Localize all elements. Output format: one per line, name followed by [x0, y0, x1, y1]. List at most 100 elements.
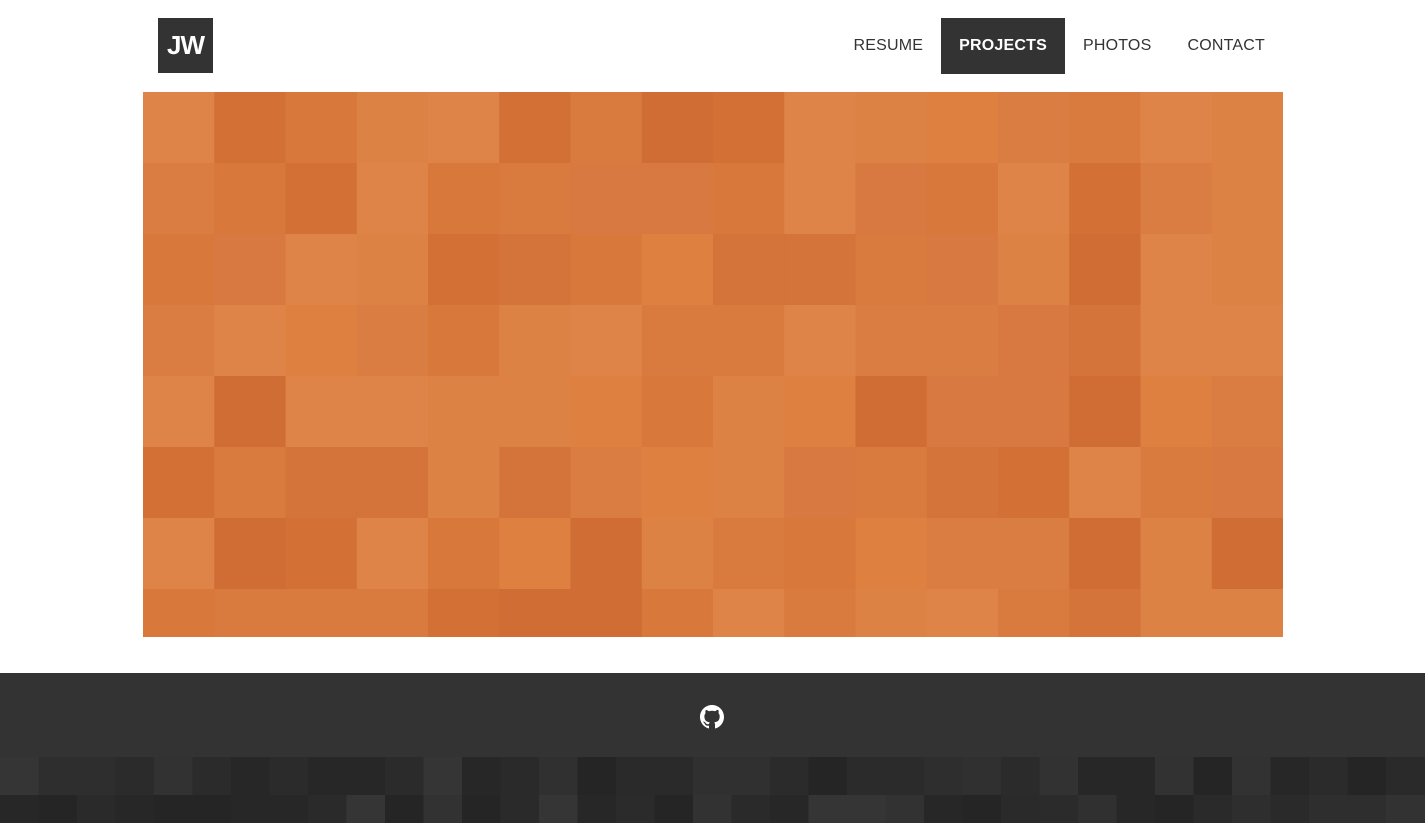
mosaic-tile	[356, 234, 429, 306]
footer-mosaic-tile	[38, 757, 78, 796]
footer-mosaic-tile	[269, 795, 309, 823]
mosaic-tile	[428, 163, 500, 235]
footer-mosaic-tile	[924, 795, 963, 823]
footer-mosaic-tile	[346, 795, 386, 823]
mosaic-tile	[926, 92, 999, 164]
footer-mosaic-tile	[654, 757, 694, 796]
mosaic-tile	[356, 447, 429, 519]
footer-mosaic-tile	[770, 795, 809, 823]
footer-mosaic-tile	[1155, 757, 1194, 796]
nav-item-contact[interactable]: CONTACT	[1169, 18, 1283, 74]
footer-mosaic-tile	[1116, 757, 1156, 796]
mosaic-tile	[998, 447, 1070, 519]
footer-mosaic-tile	[1078, 795, 1117, 823]
mosaic-tile	[1211, 447, 1283, 519]
mosaic-tile	[713, 376, 785, 448]
nav-item-resume[interactable]: RESUME	[835, 18, 941, 74]
mosaic-tile	[356, 518, 429, 590]
mosaic-tile	[998, 163, 1070, 235]
mosaic-tile	[214, 234, 286, 306]
mosaic-tile	[998, 376, 1070, 448]
mosaic-tile	[641, 305, 714, 377]
mosaic-tile	[1140, 518, 1213, 590]
footer-mosaic-band	[0, 757, 1425, 823]
mosaic-tile	[855, 518, 928, 590]
mosaic-tile	[1211, 234, 1283, 306]
footer-mosaic-tile	[577, 795, 617, 823]
footer-mosaic-tile	[731, 795, 771, 823]
footer-mosaic-tile	[192, 757, 232, 796]
mosaic-tile	[143, 376, 215, 448]
mosaic-tile	[428, 234, 500, 306]
mosaic-tile	[143, 92, 215, 164]
footer-mosaic-tile	[115, 757, 155, 796]
mosaic-tile	[641, 518, 714, 590]
mosaic-tile	[499, 234, 571, 306]
mosaic-tile	[356, 376, 429, 448]
footer-mosaic-tile	[616, 757, 655, 796]
mosaic-tile	[499, 376, 571, 448]
mosaic-tile	[641, 163, 714, 235]
mosaic-tile	[998, 305, 1070, 377]
footer-mosaic-tile	[539, 795, 578, 823]
mosaic-tile	[570, 589, 643, 637]
footer-mosaic-tile	[1039, 757, 1079, 796]
footer-mosaic-tile	[77, 795, 116, 823]
mosaic-tile	[1140, 447, 1213, 519]
site-logo[interactable]: JW	[158, 18, 213, 73]
footer-mosaic-tile	[1232, 795, 1271, 823]
github-icon	[700, 705, 724, 729]
mosaic-tile	[1211, 92, 1283, 164]
footer-mosaic-tile	[77, 757, 116, 796]
hero-mosaic-banner	[143, 92, 1283, 637]
footer-mosaic-tile	[731, 757, 771, 796]
footer-mosaic-tile	[385, 757, 424, 796]
nav-item-projects[interactable]: PROJECTS	[941, 18, 1065, 74]
footer-mosaic-tile	[154, 757, 193, 796]
footer-mosaic-tile	[154, 795, 193, 823]
footer-mosaic-tile	[38, 795, 78, 823]
mosaic-tile	[1069, 376, 1141, 448]
mosaic-tile	[855, 589, 928, 637]
github-link[interactable]	[700, 705, 724, 729]
mosaic-tile	[784, 163, 856, 235]
mosaic-tile	[285, 163, 358, 235]
mosaic-tile	[285, 305, 358, 377]
mosaic-tile	[143, 518, 215, 590]
mosaic-tile	[143, 305, 215, 377]
mosaic-tile	[214, 163, 286, 235]
mosaic-tile	[285, 518, 358, 590]
mosaic-tile	[143, 163, 215, 235]
mosaic-tile	[570, 92, 643, 164]
mosaic-tile	[1211, 163, 1283, 235]
mosaic-tile	[713, 447, 785, 519]
footer-mosaic-tile	[0, 795, 39, 823]
footer-mosaic-tile	[423, 757, 463, 796]
mosaic-tile	[784, 518, 856, 590]
mosaic-tile	[214, 376, 286, 448]
mosaic-tile	[499, 518, 571, 590]
mosaic-tile	[214, 447, 286, 519]
mosaic-tile	[713, 518, 785, 590]
mosaic-tile	[356, 163, 429, 235]
footer-mosaic-tile	[192, 795, 232, 823]
footer-mosaic-tile	[269, 757, 309, 796]
mosaic-tile	[1069, 518, 1141, 590]
mosaic-tile	[713, 305, 785, 377]
footer-mosaic-tile	[308, 757, 347, 796]
mosaic-tile	[998, 92, 1070, 164]
nav-item-photos[interactable]: PHOTOS	[1065, 18, 1169, 74]
mosaic-tile	[285, 92, 358, 164]
footer-mosaic-tile	[808, 757, 848, 796]
footer-mosaic-tile	[616, 795, 655, 823]
mosaic-tile	[570, 518, 643, 590]
footer-mosaic-tile	[1001, 795, 1040, 823]
mosaic-tile	[143, 589, 215, 637]
footer-mosaic-tile	[231, 795, 270, 823]
footer-mosaic-tile	[1309, 795, 1348, 823]
mosaic-tile	[1211, 589, 1283, 637]
footer-mosaic-tile	[539, 757, 578, 796]
footer-mosaic-tile	[1155, 795, 1194, 823]
mosaic-tile	[428, 518, 500, 590]
footer-mosaic-tile	[1116, 795, 1156, 823]
